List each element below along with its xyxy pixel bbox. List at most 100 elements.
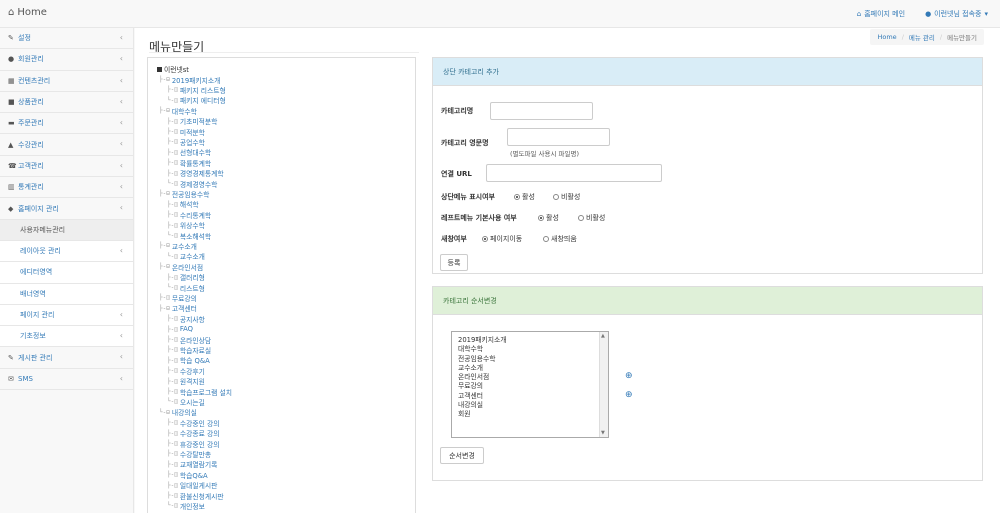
tree-node[interactable]: ├-◫ 무료강의: [159, 293, 197, 303]
tree-node[interactable]: ├-◫ 확률통계학: [167, 158, 211, 168]
tree-node[interactable]: ├-⊟ 교수소개: [159, 241, 197, 251]
tree-node[interactable]: └-⊟ 내강의실: [159, 407, 197, 418]
breadcrumb: Home / 메뉴 관리 / 메뉴만들기: [870, 29, 984, 45]
scroll-up-icon[interactable]: ▲: [601, 333, 605, 339]
top-menu-active-radio[interactable]: 활성: [514, 192, 535, 202]
tree-node[interactable]: ├-◫ 학습 Q&A: [167, 355, 210, 366]
page-icon: ├-◫: [167, 460, 178, 468]
tree-root[interactable]: 이런넷st: [157, 64, 189, 74]
listbox-option[interactable]: 대학수학: [458, 345, 602, 354]
sidebar-item[interactable]: ✎ 설정 ‹: [0, 28, 133, 50]
tree-node[interactable]: ├-◫ 위상수학: [167, 220, 205, 231]
tree-node[interactable]: ├-◫ 해석학: [167, 199, 199, 210]
sidebar-item[interactable]: ▬ 주문관리 ‹: [0, 113, 133, 135]
collapse-icon: ├-⊟: [159, 242, 170, 250]
sidebar-item[interactable]: ✉ SMS ‹: [0, 369, 133, 391]
sidebar-item[interactable]: ▲ 수강관리 ‹: [0, 134, 133, 156]
tree-node[interactable]: ├-◫ 갤러리형: [167, 272, 205, 283]
chevron-left-icon: ‹: [119, 352, 123, 362]
tree-node[interactable]: └-◫ 복소해석학: [167, 231, 211, 241]
tree-node[interactable]: ├-◫ 수강후기: [167, 366, 205, 376]
page-move-radio[interactable]: 페이지이동: [482, 234, 522, 244]
tree-node[interactable]: └-◫ 리스트형: [167, 283, 205, 293]
tree-node[interactable]: ├-⊟ 온라인서점: [159, 262, 203, 272]
category-name-input[interactable]: [490, 102, 593, 120]
tree-node[interactable]: ├-◫ FAQ: [167, 324, 193, 334]
tree-node[interactable]: ├-◫ 미적분학: [167, 127, 205, 137]
change-order-button[interactable]: 순서변경: [440, 447, 484, 464]
scroll-down-icon[interactable]: ▼: [601, 430, 605, 436]
listbox-option[interactable]: 무료강의: [458, 382, 602, 391]
sidebar-item[interactable]: 배너영역: [0, 283, 133, 305]
sidebar-item[interactable]: 에디터영역: [0, 262, 133, 284]
category-eng-input[interactable]: [507, 128, 610, 146]
sidebar-item-label: 통계관리: [18, 183, 44, 192]
top-menu-inactive-radio[interactable]: 비활성: [553, 192, 580, 202]
listbox-option[interactable]: 2019패키지소개: [458, 336, 602, 345]
tree-node[interactable]: ├-◫ 원격지원: [167, 376, 205, 387]
tree-node[interactable]: ├-◫ 수강탈만총: [167, 449, 211, 459]
listbox-option[interactable]: 교수소개: [458, 364, 602, 373]
tree-node[interactable]: ├-⊟ 전공임용수학: [159, 189, 209, 199]
radio-dot: [538, 215, 544, 221]
link-url-input[interactable]: [486, 164, 662, 182]
sidebar-item[interactable]: 레이아웃 관리 ‹: [0, 240, 133, 263]
tree-node[interactable]: └-◫ 패키지 에디터형: [167, 95, 226, 106]
tree-node[interactable]: ├-◫ 학습Q&A: [167, 470, 208, 480]
sidebar-item[interactable]: 페이지 관리 ‹: [0, 304, 133, 327]
sidebar-item[interactable]: ☎ 고객관리 ‹: [0, 156, 133, 178]
tree-node[interactable]: ├-◫ 일대일게시판: [167, 480, 217, 491]
sidebar-item[interactable]: ▦ 컨텐츠관리 ‹: [0, 71, 133, 92]
sidebar-item[interactable]: ◆ 홈페이지 관리 ‹: [0, 198, 133, 220]
tree-node[interactable]: └-◫ 경제경영수학: [167, 179, 217, 189]
sidebar-item[interactable]: ✎ 게시판 관리 ‹: [0, 347, 133, 369]
tree-node[interactable]: ├-◫ 수강중인 강의: [167, 418, 220, 428]
tree-node[interactable]: ├-◫ 기초미적분학: [167, 116, 218, 127]
tree-node[interactable]: ├-◫ 패키지 리스트형: [167, 85, 226, 95]
listbox-scrollbar[interactable]: ▲ ▼: [599, 332, 608, 437]
move-down-icon[interactable]: ⊕: [625, 390, 633, 400]
left-menu-active-radio[interactable]: 활성: [538, 213, 559, 223]
listbox-option[interactable]: 회원: [458, 410, 602, 419]
tree-node[interactable]: ├-⊟ 대학수학: [159, 106, 197, 116]
new-window-radio[interactable]: 새창띄움: [543, 234, 577, 244]
page-icon: ├-◫: [167, 128, 178, 135]
tree-node[interactable]: ├-◫ 학습자료실: [167, 345, 211, 355]
tree-node[interactable]: ├-◫ 수강종료 강의: [167, 428, 220, 439]
tree-node[interactable]: ├-◫ 공업수학: [167, 137, 205, 147]
tree-node[interactable]: ├-◫ 교재열람기록: [167, 459, 217, 470]
sidebar-item[interactable]: ● 회원관리 ‹: [0, 49, 133, 71]
breadcrumb-menu-admin[interactable]: 메뉴 관리: [909, 32, 935, 42]
tree-node[interactable]: └-◫ 오시는길: [167, 397, 205, 407]
move-up-icon[interactable]: ⊕: [625, 371, 633, 381]
tree-node[interactable]: ├-◫ 학습프로그램 설치: [167, 387, 232, 397]
homepage-main-link[interactable]: ⌂ 홈페이지 메인: [857, 9, 905, 19]
register-button[interactable]: 등록: [440, 254, 468, 271]
tree-node[interactable]: ├-◫ 환불신청게시판: [167, 491, 224, 501]
home-brand-link[interactable]: ⌂ Home: [8, 7, 47, 18]
user-menu-dropdown[interactable]: ● 이런넷님 접속중 ▾: [925, 9, 988, 19]
tree-node[interactable]: ├-◫ 수리통계학: [167, 210, 211, 220]
listbox-option[interactable]: 고객센터: [458, 392, 602, 401]
tree-node[interactable]: ├-◫ 공지사항: [167, 314, 205, 324]
sidebar-item-label: 에디터영역: [20, 268, 53, 277]
sidebar-item[interactable]: ▥ 통계관리 ‹: [0, 177, 133, 199]
category-order-listbox[interactable]: 2019패키지소개 대학수학 전공임용수학 교수소개 온라인서점 무료강의 고객센터 내강의실…: [451, 331, 609, 438]
tree-node[interactable]: ├-◫ 경영경제통계학: [167, 168, 224, 179]
tree-node[interactable]: └-◫ 교수소개: [167, 251, 205, 262]
tree-node[interactable]: ├-◫ 휴강중인 강의: [167, 439, 220, 449]
tree-node-label: 오시는길: [179, 398, 205, 407]
left-menu-inactive-radio[interactable]: 비활성: [578, 213, 605, 223]
sidebar-item[interactable]: 사용자메뉴관리: [0, 219, 133, 241]
listbox-option[interactable]: 전공임용수학: [458, 355, 602, 364]
sidebar-item[interactable]: 기초정보 ‹: [0, 326, 133, 348]
tree-node[interactable]: ├-◫ 온라인상담: [167, 335, 211, 345]
listbox-option[interactable]: 내강의실: [458, 401, 602, 410]
tree-node[interactable]: └-◫ 개인정보: [167, 501, 205, 511]
tree-node-label: 기초미적분학: [179, 118, 218, 127]
tree-node[interactable]: ├-⊟ 고객센터: [159, 303, 197, 314]
breadcrumb-home[interactable]: Home: [877, 33, 896, 41]
tree-node[interactable]: ├-◫ 선형대수학: [167, 147, 211, 158]
tree-node[interactable]: ├-⊟ 2019패키지소개: [159, 75, 220, 85]
sidebar-item[interactable]: ■ 상품관리 ‹: [0, 92, 133, 114]
